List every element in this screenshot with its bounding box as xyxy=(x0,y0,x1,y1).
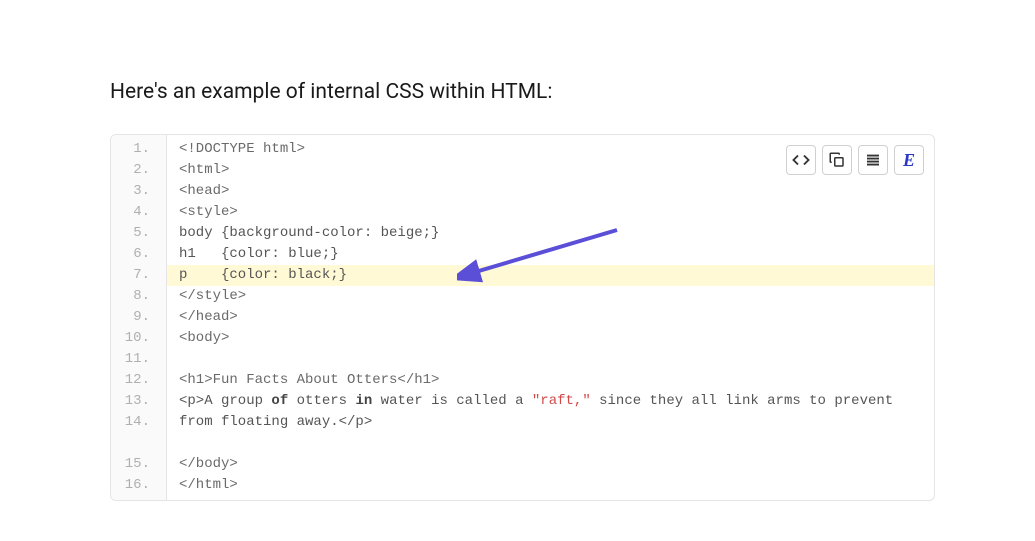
code-view-button[interactable] xyxy=(786,145,816,175)
code-line xyxy=(167,349,934,370)
code-line: <p>A group of otters in water is called … xyxy=(167,391,934,433)
code-line: body {background-color: beige;} xyxy=(167,223,934,244)
line-number-gutter: 1. 2. 3. 4. 5. 6. 7. 8. 9. 10. 11. 12. 1… xyxy=(111,135,167,500)
line-number: 12. xyxy=(119,370,150,391)
code-icon xyxy=(792,151,810,169)
line-number: 2. xyxy=(119,160,150,181)
line-number: 7. xyxy=(119,265,150,286)
code-body: 1. 2. 3. 4. 5. 6. 7. 8. 9. 10. 11. 12. 1… xyxy=(111,135,934,500)
line-number: 4. xyxy=(119,202,150,223)
line-number: 15. xyxy=(119,454,150,475)
code-block: E 1. 2. 3. 4. 5. 6. 7. 8. 9. 10. 11. 12.… xyxy=(110,134,935,501)
code-line: <body> xyxy=(167,328,934,349)
wrap-lines-button[interactable] xyxy=(858,145,888,175)
code-line: </html> xyxy=(167,475,934,496)
code-toolbar: E xyxy=(786,145,924,175)
elementor-logo-button[interactable]: E xyxy=(894,145,924,175)
code-line: <h1>Fun Facts About Otters</h1> xyxy=(167,370,934,391)
code-line: h1 {color: blue;} xyxy=(167,244,934,265)
line-number: 8. xyxy=(119,286,150,307)
code-lines: <!DOCTYPE html> <html> <head> <style> bo… xyxy=(167,135,934,500)
lines-icon xyxy=(864,151,882,169)
code-line: </head> xyxy=(167,307,934,328)
line-number: 14. xyxy=(119,412,150,454)
line-number: 11. xyxy=(119,349,150,370)
code-line: <head> xyxy=(167,181,934,202)
code-line: <style> xyxy=(167,202,934,223)
copy-icon xyxy=(828,151,846,169)
line-number: 16. xyxy=(119,475,150,496)
line-number: 13. xyxy=(119,391,150,412)
line-number: 10. xyxy=(119,328,150,349)
intro-heading: Here's an example of internal CSS within… xyxy=(110,80,935,104)
copy-button[interactable] xyxy=(822,145,852,175)
line-number: 9. xyxy=(119,307,150,328)
line-number: 5. xyxy=(119,223,150,244)
code-line xyxy=(167,433,934,454)
code-line-highlighted: p {color: black;} xyxy=(167,265,934,286)
code-line: </body> xyxy=(167,454,934,475)
line-number: 1. xyxy=(119,139,150,160)
elementor-logo-icon: E xyxy=(903,150,915,171)
code-line: </style> xyxy=(167,286,934,307)
line-number: 6. xyxy=(119,244,150,265)
line-number: 3. xyxy=(119,181,150,202)
